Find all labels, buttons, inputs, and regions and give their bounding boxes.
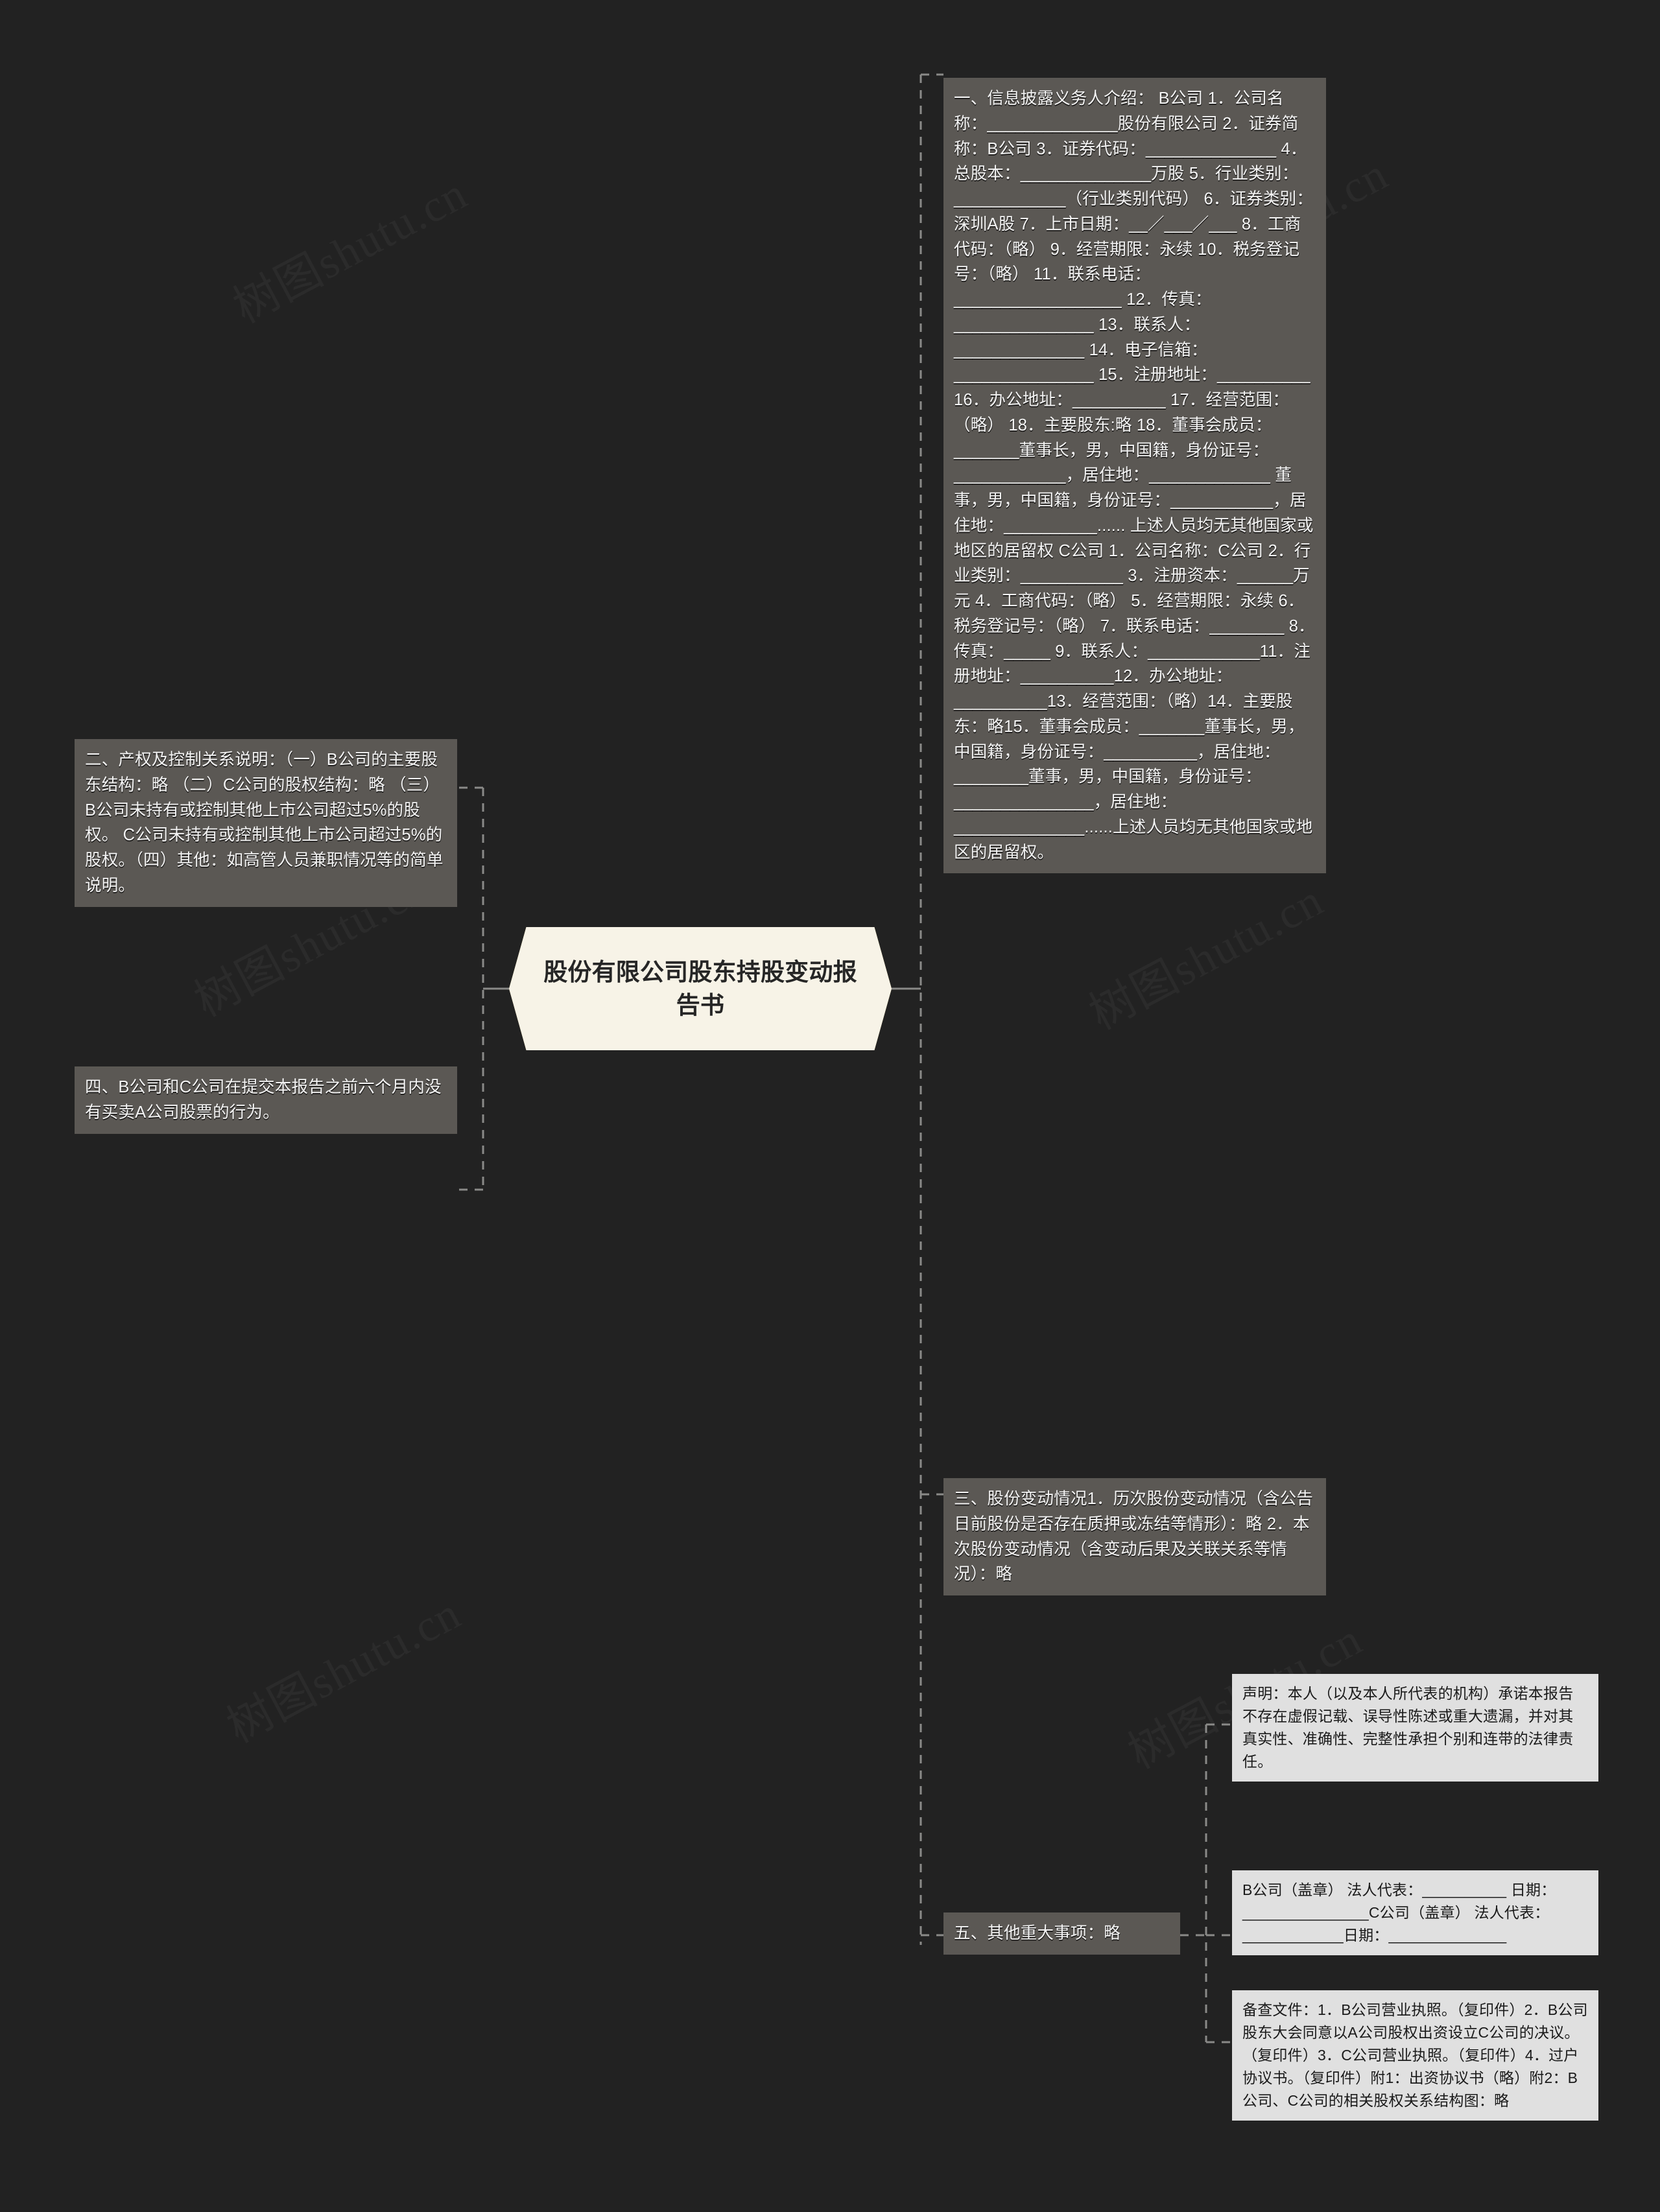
watermark: 树图shutu.cn — [220, 158, 477, 336]
node-text: 四、B公司和C公司在提交本报告之前六个月内没有买卖A公司股票的行为。 — [85, 1078, 442, 1122]
mindmap-canvas: 树图shutu.cn 树图shutu.cn 树图shutu.cn 树图shutu… — [0, 0, 1660, 2212]
node-text: 备查文件：1．B公司营业执照。（复印件）2．B公司股东大会同意以A公司股权出资设… — [1242, 2001, 1588, 2109]
node-text: 声明：本人（以及本人所代表的机构）承诺本报告不存在虚假记载、误导性陈述或重大遗漏… — [1242, 1685, 1574, 1770]
central-topic-label: 股份有限公司股东持股变动报告书 — [543, 958, 857, 1018]
node-share-changes[interactable]: 三、股份变动情况1．历次股份变动情况（含公告日前股份是否存在质押或冻结等情形）：… — [943, 1478, 1326, 1595]
node-discloser-intro[interactable]: 一、信息披露义务人介绍： B公司 1．公司名称：______________股份… — [943, 78, 1326, 874]
node-ownership-control[interactable]: 二、产权及控制关系说明：（一）B公司的主要股东结构：略 （二）C公司的股权结构：… — [75, 739, 457, 907]
node-text: B公司（盖章） 法人代表：__________ 日期：_____________… — [1242, 1881, 1556, 1944]
node-no-trading[interactable]: 四、B公司和C公司在提交本报告之前六个月内没有买卖A公司股票的行为。 — [75, 1066, 457, 1134]
node-text: 二、产权及控制关系说明：（一）B公司的主要股东结构：略 （二）C公司的股权结构：… — [85, 751, 444, 895]
watermark: 树图shutu.cn — [213, 1577, 470, 1756]
watermark: 树图shutu.cn — [1076, 864, 1333, 1042]
node-declaration[interactable]: 声明：本人（以及本人所代表的机构）承诺本报告不存在虚假记载、误导性陈述或重大遗漏… — [1232, 1674, 1598, 1782]
node-text: 五、其他重大事项：略 — [954, 1924, 1121, 1942]
node-reference-documents[interactable]: 备查文件：1．B公司营业执照。（复印件）2．B公司股东大会同意以A公司股权出资设… — [1232, 1990, 1598, 2121]
central-topic[interactable]: 股份有限公司股东持股变动报告书 — [509, 927, 892, 1050]
node-text: 一、信息披露义务人介绍： B公司 1．公司名称：______________股份… — [954, 89, 1315, 862]
node-text: 三、股份变动情况1．历次股份变动情况（含公告日前股份是否存在质押或冻结等情形）：… — [954, 1490, 1314, 1584]
node-signature-block[interactable]: B公司（盖章） 法人代表：__________ 日期：_____________… — [1232, 1870, 1598, 1955]
node-other-matters[interactable]: 五、其他重大事项：略 — [943, 1912, 1180, 1955]
